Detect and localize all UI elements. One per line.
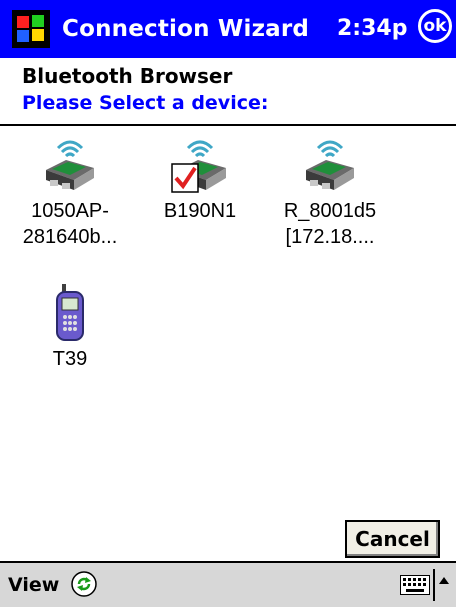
device-item-t39[interactable]: T39: [5, 284, 135, 372]
mobile-phone-icon: [56, 284, 84, 341]
refresh-icon[interactable]: [71, 571, 97, 597]
header-divider: [0, 124, 456, 126]
device-item-r8001d5[interactable]: R_8001d5 [172.18....: [265, 134, 395, 250]
device-label: B190N1: [163, 200, 237, 222]
device-label: 1050AP- 281640b...: [22, 200, 118, 248]
title-bar: Connection Wizard 2:34p ok: [0, 0, 456, 58]
keyboard-icon[interactable]: [400, 575, 430, 595]
device-label: R_8001d5 [172.18....: [283, 200, 377, 248]
clock[interactable]: 2:34p: [337, 16, 407, 41]
device-item-b190n1[interactable]: B190N1: [135, 134, 265, 224]
input-selector-arrow-icon[interactable]: [439, 577, 449, 584]
app-title: Connection Wizard: [62, 16, 310, 42]
ok-button[interactable]: ok: [418, 9, 452, 43]
menu-bar: View: [0, 563, 456, 607]
page-subtitle: Please Select a device:: [22, 92, 269, 114]
windows-start-icon[interactable]: [12, 10, 50, 48]
device-label: T39: [52, 348, 88, 370]
access-point-icon: [306, 140, 354, 190]
cancel-button[interactable]: Cancel: [345, 520, 440, 558]
access-point-checked-icon: [171, 140, 226, 193]
page-title: Bluetooth Browser: [22, 64, 233, 88]
device-item-1050ap[interactable]: 1050AP- 281640b...: [5, 134, 135, 250]
view-menu[interactable]: View: [8, 574, 59, 596]
keyboard-separator: [433, 569, 435, 601]
access-point-icon: [46, 140, 94, 190]
